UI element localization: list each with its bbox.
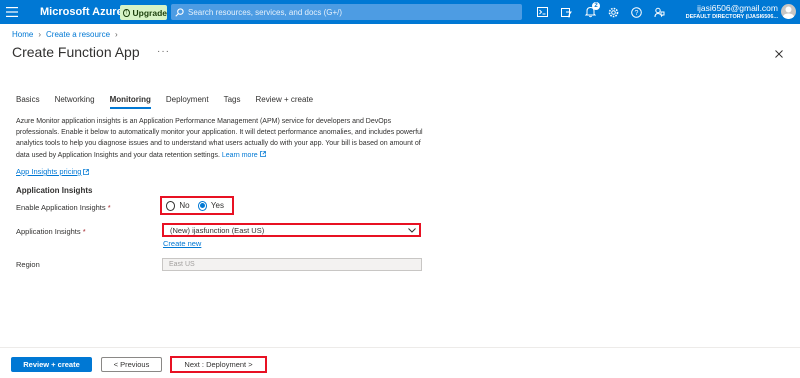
menu-icon[interactable] xyxy=(0,0,24,24)
wizard-tabs: Basics Networking Monitoring Deployment … xyxy=(16,95,328,109)
required-mark: * xyxy=(82,227,86,236)
brand-title[interactable]: Microsoft Azure xyxy=(40,6,123,18)
create-new-link[interactable]: Create new xyxy=(163,239,201,248)
previous-button[interactable]: < Previous xyxy=(101,357,162,372)
breadcrumb-home[interactable]: Home xyxy=(12,30,33,39)
monitoring-description: Azure Monitor application insights is an… xyxy=(16,116,426,161)
arrow-up-icon: ↑ xyxy=(123,8,130,17)
notifications-icon[interactable]: 2 xyxy=(581,2,600,21)
app-insights-label: Application Insights * xyxy=(16,227,86,236)
cloud-shell-icon[interactable] xyxy=(533,3,551,21)
tab-networking[interactable]: Networking xyxy=(55,95,95,109)
search-icon xyxy=(175,7,184,17)
enable-app-insights-label: Enable Application Insights * xyxy=(16,203,111,212)
app-insights-pricing-link[interactable]: App Insights pricing xyxy=(16,167,90,176)
tab-basics[interactable]: Basics xyxy=(16,95,40,109)
breadcrumb-create-resource[interactable]: Create a resource xyxy=(46,30,110,39)
help-icon[interactable]: ? xyxy=(627,3,645,21)
learn-more-link[interactable]: Learn more xyxy=(222,151,266,159)
upgrade-label: Upgrade xyxy=(132,7,167,18)
external-link-icon xyxy=(259,151,266,158)
settings-gear-icon[interactable] xyxy=(604,3,622,21)
upgrade-button[interactable]: ↑ Upgrade xyxy=(120,5,167,20)
tab-tags[interactable]: Tags xyxy=(224,95,241,109)
tab-review-create[interactable]: Review + create xyxy=(256,95,314,109)
close-icon[interactable] xyxy=(773,47,785,59)
chevron-down-icon xyxy=(408,228,416,233)
app-insights-dropdown[interactable]: (New) ijasfunction (East US) xyxy=(162,223,421,237)
global-search[interactable] xyxy=(171,4,522,20)
footer-divider xyxy=(0,347,800,348)
feedback-icon[interactable] xyxy=(650,3,668,21)
svg-text:?: ? xyxy=(634,10,638,17)
radio-no[interactable] xyxy=(166,200,176,211)
external-link-icon xyxy=(83,168,90,175)
next-deployment-button[interactable]: Next : Deployment > xyxy=(170,356,267,373)
region-field: East US xyxy=(162,258,422,271)
tab-monitoring[interactable]: Monitoring xyxy=(109,95,151,109)
tab-deployment[interactable]: Deployment xyxy=(166,95,209,109)
account-info[interactable]: ijasi6506@gmail.com DEFAULT DIRECTORY (I… xyxy=(680,3,778,20)
radio-no-label[interactable]: No xyxy=(179,201,189,210)
notification-count-badge: 2 xyxy=(592,2,600,10)
radio-yes-label[interactable]: Yes xyxy=(211,201,224,210)
region-label: Region xyxy=(16,260,40,269)
directory-filter-icon[interactable] xyxy=(557,3,575,21)
required-mark: * xyxy=(107,203,111,212)
avatar[interactable] xyxy=(781,4,796,19)
review-create-button[interactable]: Review + create xyxy=(11,357,92,372)
section-title: Application Insights xyxy=(16,186,93,195)
radio-yes[interactable] xyxy=(197,200,207,211)
more-options-icon[interactable]: ··· xyxy=(157,46,170,57)
app-insights-selected-value: (New) ijasfunction (East US) xyxy=(170,225,265,235)
chevron-right-icon: › xyxy=(38,30,42,39)
breadcrumb: Home › Create a resource › xyxy=(12,30,123,39)
chevron-right-icon: › xyxy=(115,30,118,39)
account-directory: DEFAULT DIRECTORY (IJASI6506... xyxy=(685,14,778,20)
page-title: Create Function App xyxy=(12,44,140,60)
search-input[interactable] xyxy=(188,7,508,17)
enable-app-insights-radio-group: No Yes xyxy=(160,196,234,215)
account-email: ijasi6506@gmail.com xyxy=(697,3,778,13)
description-text: Azure Monitor application insights is an… xyxy=(16,118,423,159)
